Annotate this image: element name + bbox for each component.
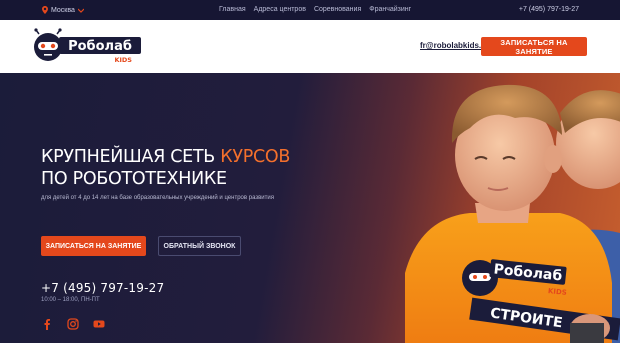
chevron-down-icon	[77, 8, 84, 13]
robolab-logo[interactable]: Роболаб KIDS	[33, 28, 143, 66]
nav-link-franchise[interactable]: Франчайзинг	[369, 6, 411, 13]
hero-title-part1: КРУПНЕЙШАЯ СЕТЬ	[41, 147, 215, 167]
site-header: Роболаб KIDS fr@robolabkids.ru ЗАПИСАТЬС…	[0, 20, 620, 73]
hero-title-line2: ПО РОБОТОТЕХНИКЕ	[41, 169, 227, 189]
top-bar: Москва Главная Адреса центров Соревнован…	[0, 0, 620, 20]
email-link[interactable]: fr@robolabkids.ru	[420, 41, 489, 50]
top-phone-link[interactable]: +7 (495) 797-19-27	[519, 6, 579, 13]
hero-title: КРУПНЕЙШАЯ СЕТЬ КУРСОВ ПО РОБОТОТЕХНИКЕ	[41, 146, 290, 190]
hero-subtitle: для детей от 4 до 14 лет на базе образов…	[41, 195, 274, 201]
working-hours: 10:00 – 18:00, ПН-ПТ	[41, 297, 100, 303]
nav-link-home[interactable]: Главная	[219, 6, 246, 13]
callback-button[interactable]: ОБРАТНЫЙ ЗВОНОК	[158, 236, 241, 256]
top-nav: Главная Адреса центров Соревнования Фран…	[219, 6, 411, 13]
logo-kids: KIDS	[114, 56, 132, 64]
nav-link-competitions[interactable]: Соревнования	[314, 6, 361, 13]
nav-link-centers[interactable]: Адреса центров	[254, 6, 306, 13]
hero-signup-button[interactable]: ЗАПИСАТЬСЯ НА ЗАНЯТИЕ	[41, 236, 146, 256]
facebook-icon[interactable]	[41, 317, 53, 330]
logo-wordmark: Роболаб	[68, 39, 132, 54]
city-label: Москва	[51, 6, 75, 14]
hero-phone[interactable]: +7 (495) 797-19-27	[41, 281, 164, 295]
location-pin-icon	[42, 6, 48, 14]
instagram-icon[interactable]	[67, 317, 79, 330]
hero-section: Роболаб KIDS СТРОИТЕ КРУПНЕЙШАЯ СЕТЬ КУР…	[0, 73, 620, 343]
youtube-icon[interactable]	[93, 317, 105, 329]
header-signup-button[interactable]: ЗАПИСАТЬСЯ НА ЗАНЯТИЕ	[481, 37, 587, 56]
city-selector[interactable]: Москва	[42, 6, 84, 14]
social-links	[41, 317, 105, 330]
hero-title-accent: КУРСОВ	[220, 147, 291, 167]
